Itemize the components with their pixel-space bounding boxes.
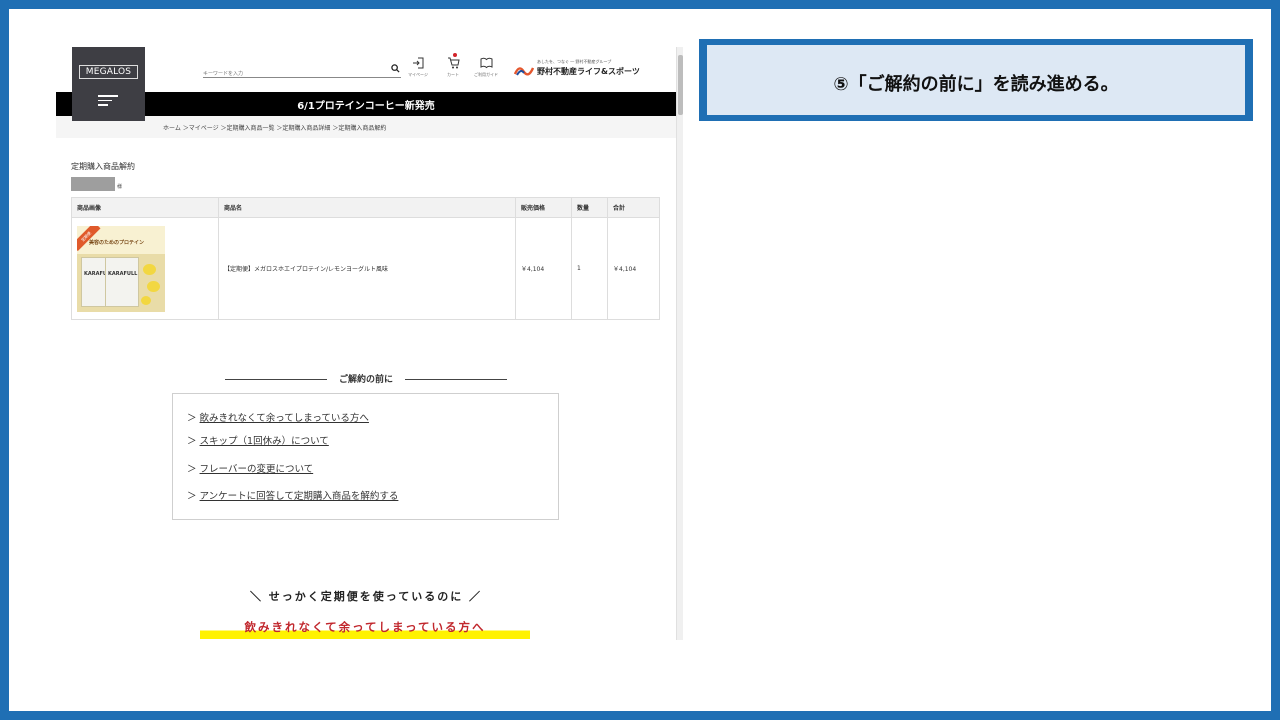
divider — [405, 379, 507, 380]
cart-label: カート — [447, 72, 459, 77]
banner-text[interactable]: 6/1プロテインコーヒー新発売 — [56, 97, 676, 112]
scrollbar-thumb[interactable] — [678, 55, 683, 115]
guide-link[interactable]: ご利用ガイド — [471, 57, 501, 78]
list-item: ＞ 飲みきれなくて余ってしまっている方へ — [187, 413, 369, 424]
col-header-name: 商品名 — [218, 197, 516, 218]
brand-mark-icon — [514, 67, 534, 76]
product-qty: 1 — [571, 217, 608, 320]
search-input[interactable] — [203, 66, 378, 82]
site-logo[interactable]: MEGALOS — [79, 65, 138, 79]
breadcrumb-text[interactable]: ホーム ＞マイページ ＞定期購入商品一覧 ＞定期購入商品詳細 ＞定期購入商品解約 — [163, 123, 386, 132]
product-image-title: 美容のためのプロテイン — [89, 239, 145, 246]
group-brand[interactable]: あしたを、つなぐ ― 野村不動産グループ 野村不動産ライフ&スポーツ — [514, 59, 640, 81]
before-cancel-links: ＞ 飲みきれなくて余ってしまっている方へ ＞ スキップ（1回休み）について ＞ … — [172, 393, 559, 520]
instruction-text: ⑤「ご解約の前に」を読み進める。 — [833, 74, 1119, 95]
name-suffix: 様 — [117, 184, 123, 190]
lemon-graphic — [143, 263, 156, 275]
product-image[interactable]: 定期便 美容のためのプロテイン KARAFULL KARAFULL — [77, 225, 165, 312]
lemon-graphic — [141, 295, 151, 305]
col-header-total: 合計 — [607, 197, 660, 218]
hamburger-menu-icon[interactable] — [98, 95, 118, 109]
cart-badge — [453, 53, 457, 57]
list-item: ＞ アンケートに回答して定期購入商品を解約する — [187, 491, 399, 502]
mypage-label: マイページ — [408, 72, 428, 77]
brand-tagline: あしたを、つなぐ ― 野村不動産グループ — [537, 59, 612, 64]
guide-label: ご利用ガイド — [474, 72, 498, 77]
col-header-image: 商品画像 — [71, 197, 219, 218]
table-header-row: 商品画像 商品名 販売価格 数量 合計 — [71, 197, 660, 218]
lemon-graphic — [147, 280, 160, 292]
product-total: ￥4,104 — [607, 217, 660, 320]
link-leftover[interactable]: 飲みきれなくて余ってしまっている方へ — [200, 413, 369, 424]
breadcrumb: ホーム ＞マイページ ＞定期購入商品一覧 ＞定期購入商品詳細 ＞定期購入商品解約 — [56, 116, 676, 138]
divider — [224, 379, 327, 380]
link-skip[interactable]: スキップ（1回休み）について — [200, 436, 329, 447]
mypage-link[interactable]: マイページ — [403, 57, 433, 78]
book-icon — [480, 57, 492, 69]
search-icon[interactable] — [391, 64, 400, 73]
brand-name: 野村不動産ライフ&スポーツ — [537, 67, 640, 76]
table-row: 定期便 美容のためのプロテイン KARAFULL KARAFULL 【定期便】メ… — [71, 217, 660, 320]
website-screenshot: マイページ カート ご利用ガイド あしたを、つなぐ ― 野村不動産グループ 野村… — [56, 47, 683, 640]
scrollbar[interactable] — [676, 47, 683, 640]
page-title: 定期購入商品解約 — [71, 162, 135, 171]
login-icon — [413, 57, 424, 69]
promo-subheading: ＼ せっかく定期便を使っているのに ／ — [249, 590, 483, 603]
list-item: ＞ スキップ（1回休み）について — [187, 436, 329, 447]
search-bar[interactable] — [203, 60, 401, 82]
order-items-table: 商品画像 商品名 販売価格 数量 合計 定期便 美容のためのプロテイン KARA… — [71, 197, 660, 320]
logo-panel[interactable]: MEGALOS — [72, 47, 145, 121]
product-price: ￥4,104 — [515, 217, 572, 320]
col-header-qty: 数量 — [571, 197, 608, 218]
cart-icon — [447, 57, 460, 69]
list-item: ＞ フレーバーの変更について — [187, 464, 314, 475]
redacted-customer-name — [71, 177, 115, 191]
link-flavor-change[interactable]: フレーバーの変更について — [200, 464, 314, 475]
cart-link[interactable]: カート — [438, 53, 468, 78]
col-header-price: 販売価格 — [515, 197, 572, 218]
promo-heading: 飲みきれなくて余ってしまっている方へ — [200, 619, 530, 639]
before-cancel-heading: ご解約の前に — [56, 372, 676, 385]
link-survey-cancel[interactable]: アンケートに回答して定期購入商品を解約する — [200, 491, 399, 502]
product-image-cell: 定期便 美容のためのプロテイン KARAFULL KARAFULL — [71, 217, 219, 320]
site-header: マイページ カート ご利用ガイド あしたを、つなぐ ― 野村不動産グループ 野村… — [56, 47, 676, 92]
instruction-callout: ⑤「ご解約の前に」を読み進める。 — [699, 39, 1253, 121]
product-pouch: KARAFULL — [105, 256, 139, 307]
announcement-banner[interactable]: 6/1プロテインコーヒー新発売 — [56, 92, 676, 116]
product-name: 【定期便】メガロスホエイプロテイン/レモンヨーグルト風味 — [218, 217, 516, 320]
